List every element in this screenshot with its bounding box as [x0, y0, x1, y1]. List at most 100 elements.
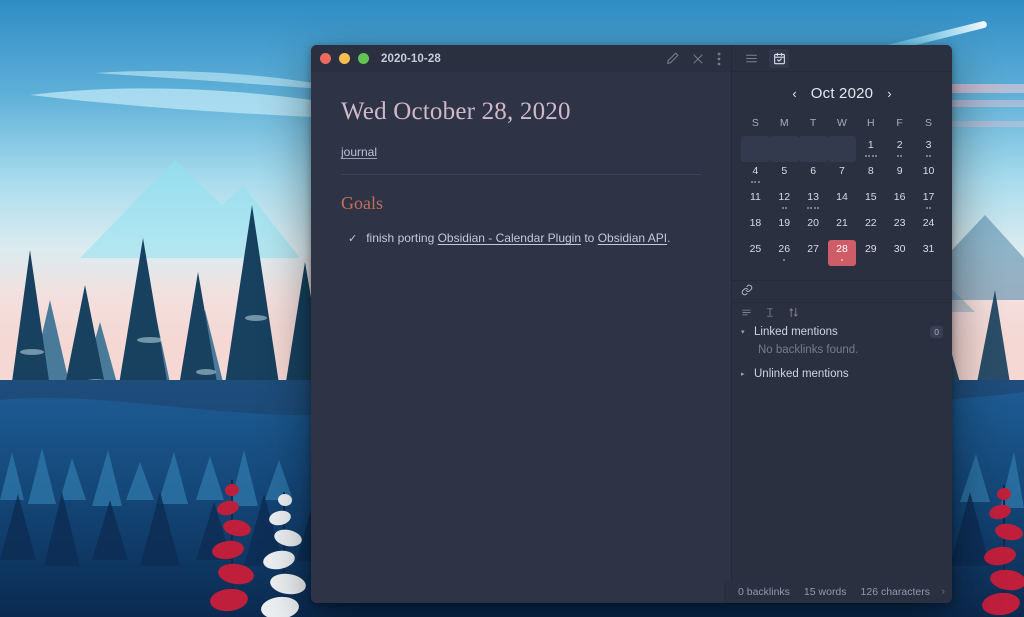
note-dot [896, 154, 899, 157]
calendar-day-22[interactable]: 22 [856, 214, 885, 240]
calendar-day-31[interactable]: 31 [914, 240, 943, 266]
task-middle: to [581, 231, 598, 245]
note-dot [868, 154, 871, 157]
status-character-count[interactable]: 126 characters [861, 586, 930, 598]
calendar-month-title[interactable]: Oct 2020 [811, 85, 873, 102]
calendar-day-number: 24 [922, 217, 935, 230]
calendar-day-14[interactable]: 14 [828, 188, 857, 214]
close-icon[interactable] [692, 53, 704, 65]
calendar-day-29[interactable]: 29 [856, 240, 885, 266]
calendar-day-10[interactable]: 10 [914, 162, 943, 188]
calendar-next-month-button[interactable]: › [884, 86, 894, 101]
linked-mentions-count: 0 [930, 326, 943, 339]
calendar-day-5[interactable]: 5 [770, 162, 799, 188]
note-dot [783, 258, 786, 261]
calendar-day-number: 13 [807, 191, 819, 204]
edit-pencil-icon[interactable] [666, 52, 679, 65]
calendar-day-13[interactable]: 13 [799, 188, 828, 214]
calendar-day-8[interactable]: 8 [856, 162, 885, 188]
note-editor[interactable]: Wed October 28, 2020 journal Goals ✓ fin… [311, 72, 731, 603]
calendar-icon[interactable] [769, 48, 789, 68]
note-dot [871, 154, 874, 157]
calendar-weekday-3: W [836, 117, 847, 129]
note-dot [754, 180, 757, 183]
calendar-day-number: 15 [864, 191, 877, 204]
calendar-day-25[interactable]: 25 [741, 240, 770, 266]
linked-mentions-label: Linked mentions [754, 326, 838, 339]
calendar-day-9[interactable]: 9 [885, 162, 914, 188]
calendar-day-number: 20 [807, 217, 819, 230]
calendar-header: ‹ Oct 2020 › [741, 85, 943, 102]
linked-mentions-section[interactable]: ▾ Linked mentions 0 [732, 324, 952, 340]
backlinks-pane-header [732, 280, 952, 303]
calendar-day-11[interactable]: 11 [741, 188, 770, 214]
calendar-day-20[interactable]: 20 [799, 214, 828, 240]
calendar-day-28[interactable]: 28 [827, 240, 857, 266]
calendar-day-number: 17 [922, 191, 935, 204]
calendar-day-number: 22 [864, 217, 877, 230]
calendar-day-17[interactable]: 17 [914, 188, 943, 214]
status-backlinks[interactable]: 0 backlinks [738, 586, 790, 598]
show-context-icon[interactable] [765, 305, 775, 323]
calendar-day-number: 25 [749, 243, 762, 256]
calendar-day-12[interactable]: 12 [770, 188, 799, 214]
task-checkbox-checked[interactable]: ✓ [348, 231, 357, 248]
note-dot [810, 206, 813, 209]
calendar-day-15[interactable]: 15 [856, 188, 885, 214]
chevron-down-icon[interactable]: ▾ [741, 328, 748, 336]
minimize-window-button[interactable] [339, 53, 350, 64]
note-dot [925, 206, 928, 209]
calendar-day-number: 14 [836, 191, 848, 204]
internal-link-obsidian-api[interactable]: Obsidian API [598, 231, 667, 245]
sidebar-tab-strip [732, 45, 952, 72]
calendar-prev-month-button[interactable]: ‹ [789, 86, 799, 101]
calendar-day-number: 11 [749, 191, 761, 204]
calendar-day-23[interactable]: 23 [885, 214, 914, 240]
calendar-day-21[interactable]: 21 [828, 214, 857, 240]
window-titlebar: 2020-10-28 [311, 45, 731, 72]
calendar-day-number: 9 [896, 165, 903, 178]
calendar-day-3[interactable]: 3 [914, 136, 943, 162]
calendar-day-24[interactable]: 24 [914, 214, 943, 240]
sort-order-icon[interactable] [788, 305, 799, 323]
calendar-day-number: 26 [778, 243, 791, 256]
file-explorer-icon[interactable] [741, 49, 761, 68]
unlinked-mentions-section[interactable]: ▸ Unlinked mentions [732, 366, 952, 382]
close-window-button[interactable] [320, 53, 331, 64]
calendar-day-dots [840, 258, 843, 262]
status-word-count[interactable]: 15 words [804, 586, 847, 598]
task-list-item[interactable]: ✓ finish porting Obsidian - Calendar Plu… [341, 229, 701, 248]
chevron-right-icon[interactable]: ▸ [741, 370, 748, 378]
calendar-day-26[interactable]: 26 [770, 240, 799, 266]
calendar-day-18[interactable]: 18 [741, 214, 770, 240]
desktop: 2020-10-28 Wed October 28, 2020 journal … [0, 0, 1024, 617]
calendar-day-30[interactable]: 30 [885, 240, 914, 266]
calendar-day-19[interactable]: 19 [770, 214, 799, 240]
task-prefix: finish porting [366, 231, 438, 245]
note-dot [750, 180, 753, 183]
calendar-day-7[interactable]: 7 [828, 162, 857, 188]
status-expand-icon[interactable]: › [941, 586, 945, 598]
calendar-widget: ‹ Oct 2020 › SMTWHFS 1 2 3 4 5 6 7 8 9 10 11 12 13 14… [732, 72, 952, 274]
calendar-day-2[interactable]: 2 [885, 136, 914, 162]
note-dot [864, 154, 867, 157]
calendar-empty-cell [798, 136, 828, 162]
calendar-day-27[interactable]: 27 [799, 240, 828, 266]
calendar-day-6[interactable]: 6 [799, 162, 828, 188]
note-dot [781, 206, 784, 209]
internal-link-calendar-plugin[interactable]: Obsidian - Calendar Plugin [438, 231, 581, 245]
link-icon [741, 283, 753, 301]
calendar-day-16[interactable]: 16 [885, 188, 914, 214]
calendar-day-4[interactable]: 4 [741, 162, 770, 188]
calendar-day-number: 27 [807, 243, 819, 256]
calendar-day-dots [925, 206, 932, 210]
zoom-window-button[interactable] [358, 53, 369, 64]
calendar-day-number: 2 [896, 139, 903, 152]
tag-journal[interactable]: journal [341, 145, 377, 159]
note-dot [875, 154, 878, 157]
more-options-icon[interactable] [717, 52, 721, 66]
collapse-results-icon[interactable] [741, 305, 752, 323]
calendar-day-1[interactable]: 1 [856, 136, 885, 162]
calendar-weekday-2: T [809, 117, 817, 129]
calendar-day-number: 19 [778, 217, 791, 230]
